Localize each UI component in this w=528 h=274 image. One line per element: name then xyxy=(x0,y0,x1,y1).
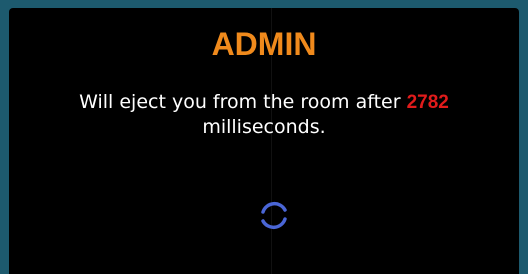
eject-message: Will eject you from the room after 2782 … xyxy=(9,90,519,139)
dialog-title: ADMIN xyxy=(211,26,317,62)
countdown-value: 2782 xyxy=(406,92,449,113)
message-prefix: Will eject you from the room after xyxy=(79,91,407,113)
window-frame: ADMIN Will eject you from the room after… xyxy=(0,0,528,274)
loading-spinner-icon xyxy=(261,201,287,230)
eject-dialog: ADMIN Will eject you from the room after… xyxy=(9,8,519,274)
message-suffix: milliseconds. xyxy=(202,116,326,138)
